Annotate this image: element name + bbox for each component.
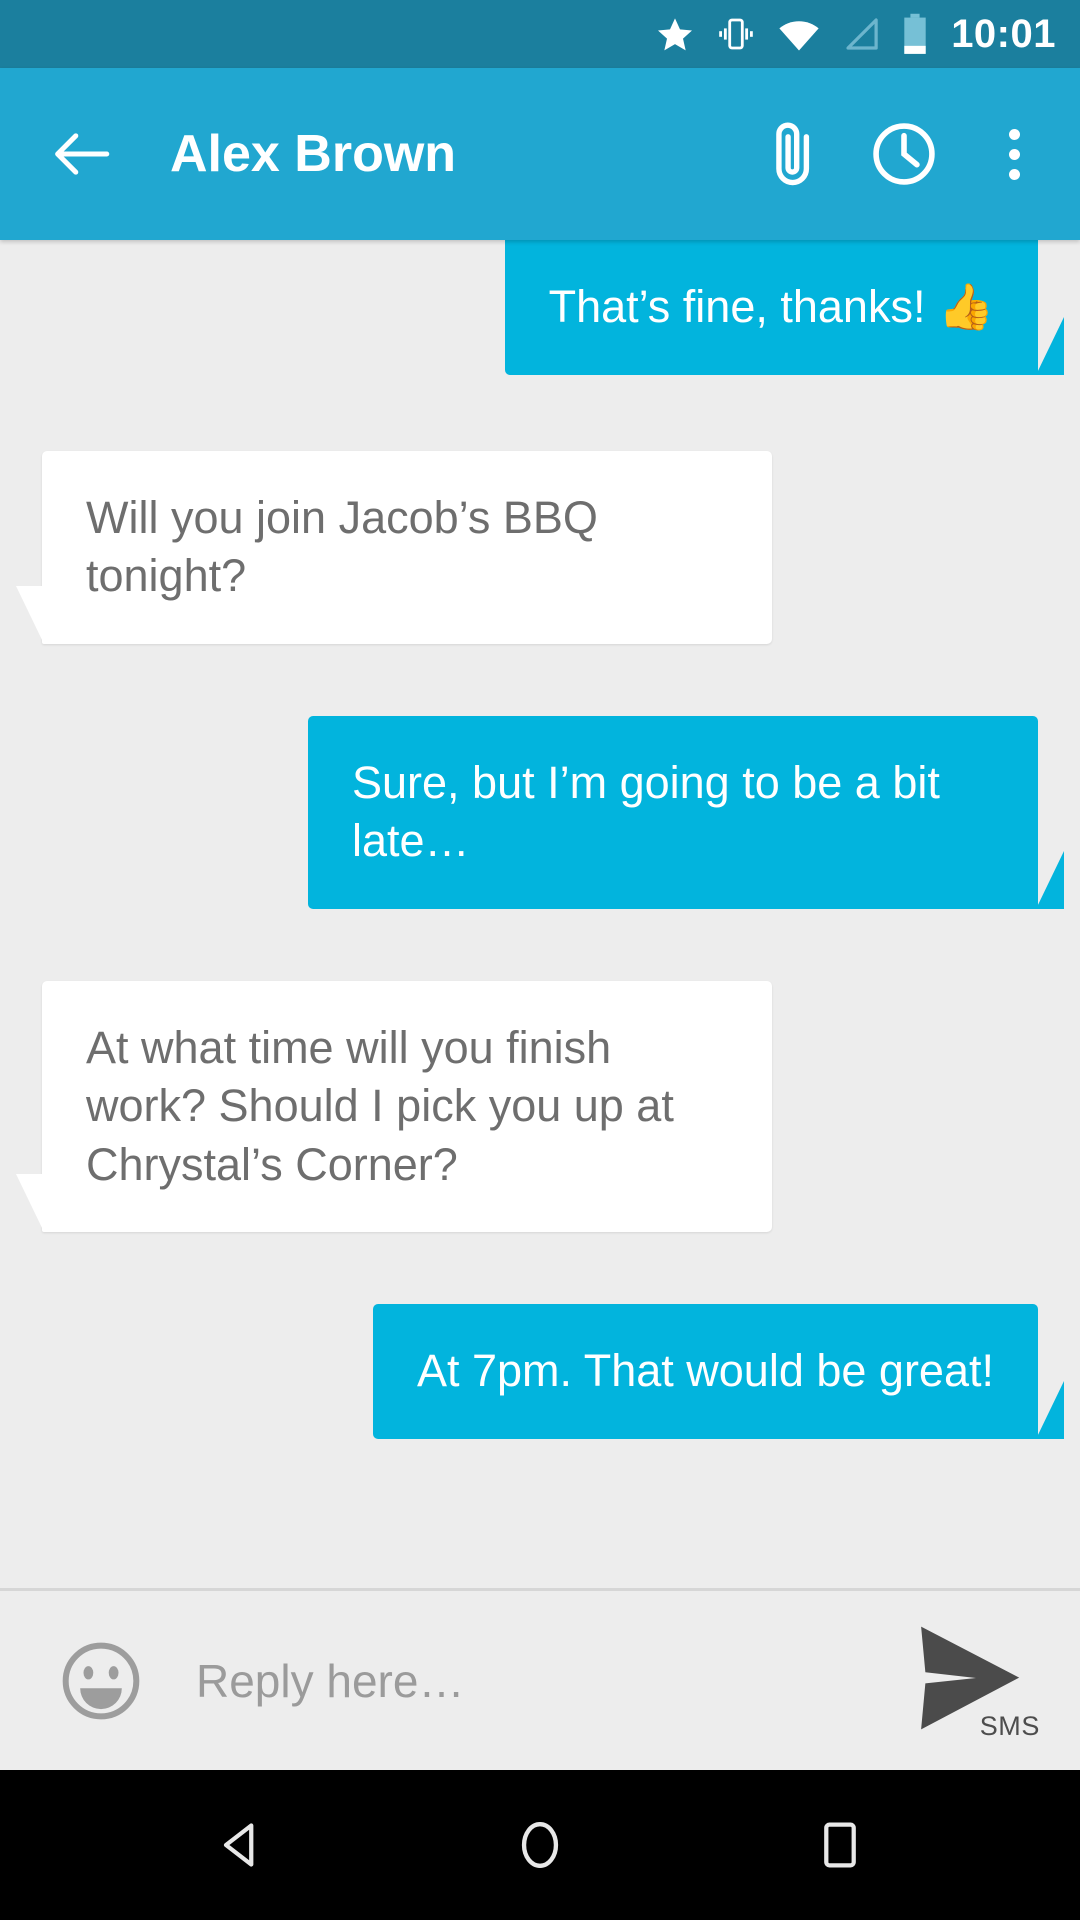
- message-thread[interactable]: That’s fine, thanks! 👍 Will you join Jac…: [0, 240, 1080, 1588]
- overflow-dot: [1008, 168, 1020, 180]
- send-method-label: SMS: [979, 1710, 1040, 1741]
- overflow-dot: [1008, 148, 1020, 160]
- attachment-icon: [776, 122, 810, 186]
- wifi-icon: [777, 16, 821, 52]
- recents-nav-icon: [824, 1822, 856, 1868]
- conversation-title: Alex Brown: [170, 128, 457, 180]
- cellular-signal-icon: [841, 16, 881, 52]
- android-navigation-bar: [0, 1770, 1080, 1920]
- vibrate-icon: [715, 15, 757, 53]
- emoji-button[interactable]: [58, 1638, 144, 1724]
- status-bar-clock: 10:01: [951, 12, 1056, 56]
- message-bubble-outgoing[interactable]: Sure, but I’m going to be a bit late…: [308, 715, 1064, 909]
- clock-icon: [873, 123, 935, 185]
- message-row[interactable]: Will you join Jacob’s BBQ tonight?: [0, 450, 1080, 644]
- schedule-clock-button[interactable]: [866, 116, 942, 192]
- message-bubble-incoming[interactable]: At what time will you finish work? Shoul…: [16, 980, 772, 1232]
- nav-home-button[interactable]: [480, 1785, 600, 1905]
- arrow-left-icon: [55, 133, 110, 175]
- status-icon-group: [655, 13, 929, 55]
- phone-screen: 10:01 Alex Brown That’s fine, thanks! 👍 …: [0, 0, 1080, 1920]
- overflow-dot: [1008, 128, 1020, 140]
- message-composer: SMS: [0, 1588, 1080, 1770]
- back-button[interactable]: [46, 118, 118, 190]
- back-nav-icon: [223, 1823, 254, 1867]
- battery-icon: [901, 13, 929, 55]
- status-bar: 10:01: [0, 0, 1080, 68]
- message-row[interactable]: Sure, but I’m going to be a bit late…: [0, 715, 1080, 909]
- app-bar: Alex Brown: [0, 68, 1080, 240]
- message-bubble-incoming[interactable]: Will you join Jacob’s BBQ tonight?: [16, 450, 772, 644]
- message-row[interactable]: At what time will you finish work? Shoul…: [0, 980, 1080, 1232]
- app-bar-actions: [756, 116, 1052, 192]
- message-row[interactable]: At 7pm. That would be great!: [0, 1304, 1080, 1439]
- emoji-icon: [62, 1642, 140, 1719]
- overflow-menu-button[interactable]: [976, 116, 1052, 192]
- nav-back-button[interactable]: [180, 1785, 300, 1905]
- message-bubble-outgoing[interactable]: That’s fine, thanks! 👍: [504, 240, 1065, 375]
- attachment-button[interactable]: [756, 116, 832, 192]
- home-nav-icon: [521, 1822, 559, 1868]
- message-row[interactable]: That’s fine, thanks! 👍: [0, 240, 1080, 375]
- thread-spacer: [0, 1439, 1080, 1575]
- send-button[interactable]: SMS: [896, 1606, 1046, 1756]
- reply-input[interactable]: [196, 1591, 896, 1770]
- message-bubble-outgoing[interactable]: At 7pm. That would be great!: [372, 1304, 1065, 1439]
- nav-recents-button[interactable]: [780, 1785, 900, 1905]
- star-icon: [655, 14, 695, 54]
